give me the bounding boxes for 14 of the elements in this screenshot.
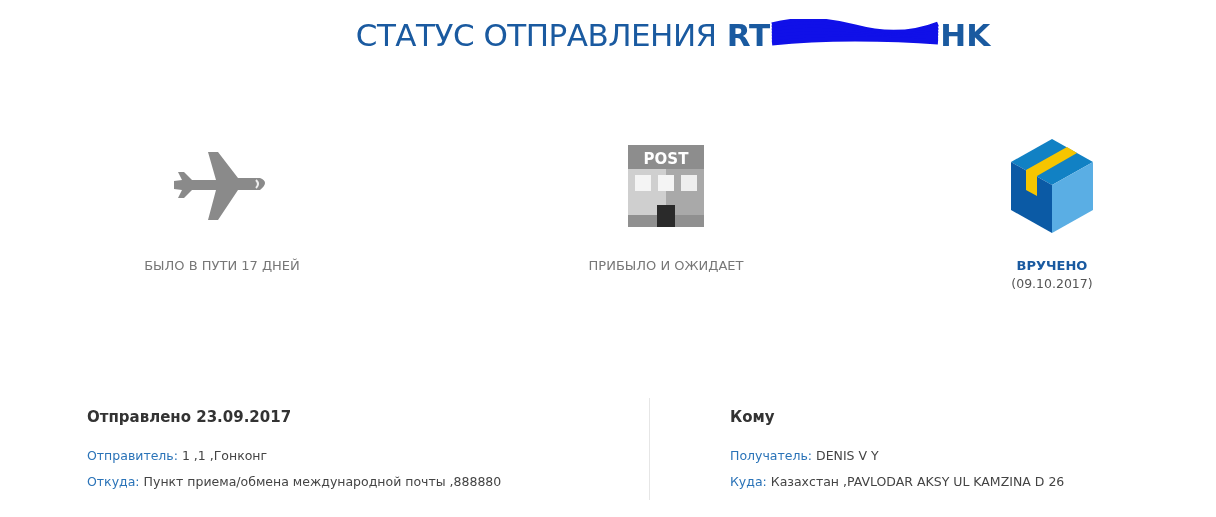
page-title: СТАТУС ОТПРАВЛЕНИЯ: [355, 17, 717, 53]
stage-label: БЫЛО В ПУТИ 17 ДНЕЙ: [144, 258, 300, 273]
tracking-number-start: RT: [726, 17, 771, 53]
tracking-number-end: HK: [940, 17, 991, 53]
stage-label: ВРУЧЕНО: [1016, 258, 1088, 273]
stage-date: (09.10.2017): [1011, 276, 1093, 291]
box-icon: [1011, 139, 1093, 233]
recipient-heading: Кому: [730, 408, 776, 426]
detail-line: Куда: Казахстан ,PAVLODAR AKSY UL KAMZINA D 26: [730, 474, 1066, 489]
stage-label: ПРИБЫЛО И ОЖИДАЕТ: [588, 258, 744, 273]
detail-line: Отправитель: 1 ,1 ,Гонконг: [87, 448, 269, 463]
detail-line: Получатель: DENIS V Y: [730, 448, 880, 463]
detail-line: Откуда: Пункт приема/обмена международной почты ,888880: [87, 474, 503, 489]
sender-heading: Отправлено 23.09.2017: [87, 408, 293, 426]
